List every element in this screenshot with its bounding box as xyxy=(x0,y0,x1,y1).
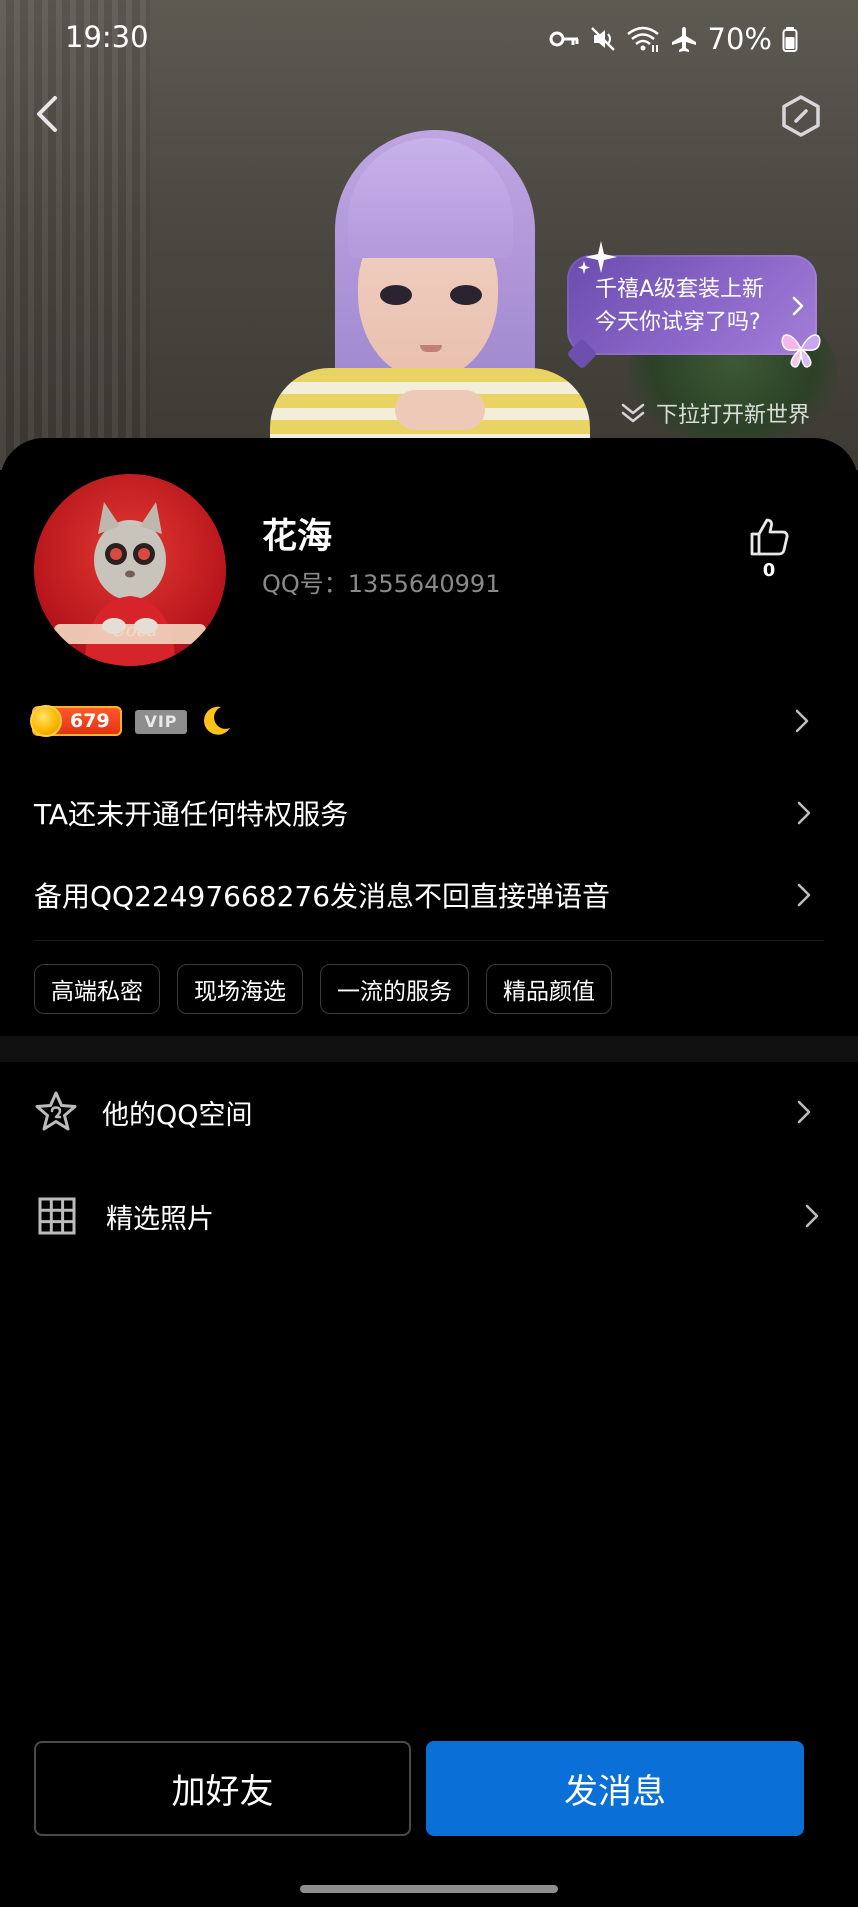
tag-list: 高端私密 现场海选 一流的服务 精品颜值 xyxy=(34,964,612,1014)
profile-screen: 千禧A级套装上新 今天你试穿了吗? 下拉打开新世界 19:30 70% 花海 Q… xyxy=(0,0,858,1907)
key-icon xyxy=(549,31,579,47)
chevron-right-icon xyxy=(792,296,804,316)
sun-level-icon xyxy=(30,705,62,737)
bubble-line-2: 今天你试穿了吗? xyxy=(595,310,761,335)
tag-item[interactable]: 现场海选 xyxy=(177,964,303,1014)
avatar[interactable]: Coca xyxy=(34,474,226,666)
signature-text: 备用QQ22497668276发消息不回直接弹语音 xyxy=(34,880,611,913)
qq-number: QQ号：1355640991 xyxy=(262,570,501,598)
bubble-line-1: 千禧A级套装上新 xyxy=(595,277,765,302)
status-time: 19:30 xyxy=(65,20,149,54)
qzone-label: 他的QQ空间 xyxy=(102,1099,253,1131)
level-value: 679 xyxy=(70,710,110,732)
pull-down-hint[interactable]: 下拉打开新世界 xyxy=(620,396,810,430)
nickname: 花海 xyxy=(262,517,333,557)
send-message-button[interactable]: 发消息 xyxy=(426,1741,804,1836)
section-separator xyxy=(0,1036,858,1062)
divider xyxy=(34,940,824,941)
airplane-icon xyxy=(671,27,696,52)
qzone-menu-item[interactable]: 他的QQ空间 xyxy=(34,1082,824,1142)
vip-badge[interactable]: VIP xyxy=(135,710,187,734)
chevron-right-icon xyxy=(805,1204,819,1228)
signature-row[interactable]: 备用QQ22497668276发消息不回直接弹语音 xyxy=(34,870,824,920)
thumbs-up-icon xyxy=(750,518,789,556)
hexagon-icon xyxy=(782,95,820,137)
photos-label: 精选照片 xyxy=(106,1203,214,1235)
pull-hint-text: 下拉打开新世界 xyxy=(656,403,811,428)
character-eye-left xyxy=(380,285,412,305)
like-button[interactable]: 0 xyxy=(748,516,790,581)
level-badge[interactable]: 679 xyxy=(30,705,122,737)
battery-percent: 70% xyxy=(707,22,772,56)
back-button[interactable] xyxy=(22,88,70,140)
cat-avatar-image: Coca xyxy=(54,502,206,666)
badges-row[interactable]: 679 VIP xyxy=(30,700,832,744)
chevron-right-icon xyxy=(795,709,809,733)
like-count: 0 xyxy=(762,560,776,581)
chevron-right-icon xyxy=(797,801,811,825)
privilege-row[interactable]: TA还未开通任何特权服务 xyxy=(34,788,824,838)
avatar-character[interactable] xyxy=(270,130,590,470)
chevron-right-icon xyxy=(797,1100,811,1124)
photos-menu-item[interactable]: 精选照片 xyxy=(34,1186,824,1246)
battery-icon xyxy=(782,27,798,52)
character-hands xyxy=(395,390,485,430)
butterfly-icon xyxy=(781,334,821,368)
character-mouth xyxy=(420,345,442,352)
promo-bubble[interactable]: 千禧A级套装上新 今天你试穿了吗? xyxy=(566,241,821,370)
tag-item[interactable]: 一流的服务 xyxy=(320,964,469,1014)
status-icons: 70% xyxy=(548,22,798,56)
add-friend-button[interactable]: 加好友 xyxy=(34,1741,411,1836)
mute-icon xyxy=(590,27,615,51)
bubble-text: 千禧A级套装上新 今天你试穿了吗? xyxy=(595,273,775,339)
character-eye-right xyxy=(450,285,482,305)
chevron-right-icon xyxy=(797,883,811,907)
tag-item[interactable]: 精品颜值 xyxy=(486,964,612,1014)
tag-item[interactable]: 高端私密 xyxy=(34,964,160,1014)
privilege-text: TA还未开通任何特权服务 xyxy=(34,798,349,831)
chevron-left-icon xyxy=(37,96,57,132)
home-indicator[interactable] xyxy=(300,1885,558,1893)
status-bar: 19:30 70% xyxy=(0,0,858,78)
star-badge-icon xyxy=(35,1091,77,1131)
wifi-icon xyxy=(626,26,659,52)
moon-icon xyxy=(204,706,230,735)
double-chevron-down-icon xyxy=(621,403,645,423)
grid-icon xyxy=(38,1197,76,1235)
settings-hex-button[interactable] xyxy=(776,91,826,141)
